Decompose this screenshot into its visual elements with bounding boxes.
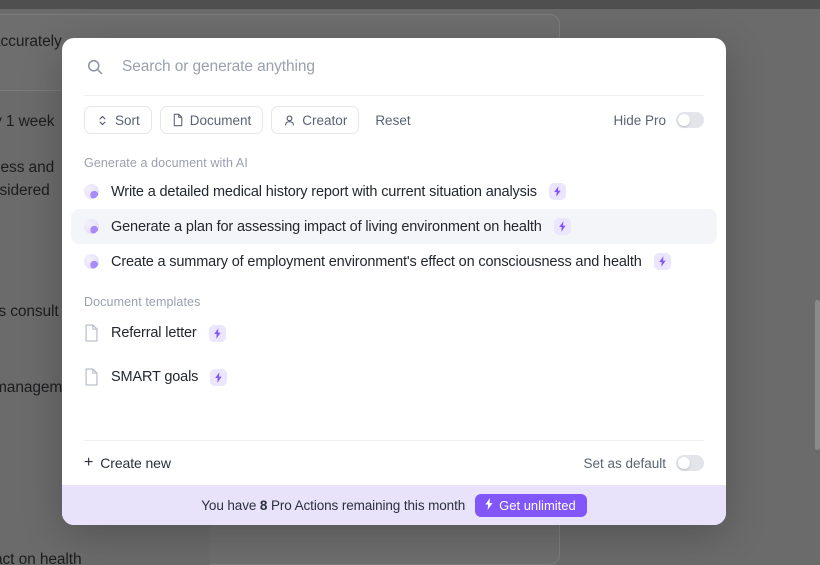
set-as-default-group[interactable]: Set as default [583, 455, 704, 471]
search-input[interactable] [122, 57, 704, 76]
modal-footer: + Create new Set as default [62, 441, 726, 485]
search-command-palette: Sort Document Creator Reset [62, 38, 726, 525]
pro-text-before: You have [201, 497, 260, 513]
filter-chip-sort[interactable]: Sort [84, 106, 152, 134]
person-icon [283, 114, 296, 127]
section-label-templates: Document templates [84, 295, 201, 309]
template-row[interactable]: SMART goals [71, 357, 717, 397]
create-new-label: Create new [100, 455, 171, 471]
search-bar[interactable] [62, 38, 726, 95]
search-icon [86, 58, 104, 76]
hide-pro-switch[interactable] [676, 112, 704, 128]
pro-actions-banner: You have 8 Pro Actions remaining this mo… [62, 485, 726, 525]
filters-toolbar: Sort Document Creator Reset Hide Pro [62, 96, 726, 144]
set-as-default-switch-knob [678, 457, 690, 469]
bolt-icon [484, 497, 494, 513]
background-text-fragment: act on health [0, 551, 82, 565]
document-icon [84, 324, 99, 342]
background-text-fragment: managem [0, 379, 63, 396]
filter-chip-creator[interactable]: Creator [271, 106, 360, 134]
ai-suggestion-label: Generate a plan for assessing impact of … [111, 218, 542, 235]
hide-pro-label: Hide Pro [613, 112, 666, 128]
set-as-default-label: Set as default [583, 455, 666, 471]
create-new-button[interactable]: + Create new [84, 454, 171, 472]
filter-chip-creator-label: Creator [302, 112, 348, 128]
background-text-fragment: is consult [0, 303, 59, 320]
document-icon [84, 368, 99, 386]
screen: accurately y 1 week ness and nsidered is… [0, 0, 820, 565]
results-list: Generate a document with AI Write a deta… [62, 144, 726, 440]
background-text-fragment: y 1 week [0, 113, 55, 130]
get-unlimited-button[interactable]: Get unlimited [475, 493, 587, 517]
ai-orb-icon [84, 184, 99, 199]
filter-chip-document[interactable]: Document [159, 106, 264, 134]
sort-updown-icon [96, 114, 109, 127]
pro-bolt-icon [210, 368, 228, 386]
ai-suggestion-label: Write a detailed medical history report … [111, 183, 537, 200]
ai-suggestion-label: Create a summary of employment environme… [111, 253, 642, 270]
filter-chip-document-label: Document [189, 112, 252, 128]
pro-text-after: Pro Actions remaining this month [267, 497, 466, 513]
pro-bolt-icon [553, 218, 571, 235]
background-text-fragment: accurately [0, 33, 62, 50]
template-row[interactable]: Referral letter [71, 313, 717, 353]
reset-filters-button[interactable]: Reset [367, 106, 418, 134]
pro-actions-text: You have 8 Pro Actions remaining this mo… [201, 498, 465, 513]
pro-bolt-icon [548, 183, 566, 200]
ai-suggestion-row[interactable]: Generate a plan for assessing impact of … [71, 209, 717, 244]
document-icon [172, 113, 184, 127]
set-as-default-switch[interactable] [676, 455, 704, 471]
ai-suggestion-row[interactable]: Write a detailed medical history report … [71, 174, 717, 209]
get-unlimited-label: Get unlimited [499, 497, 576, 513]
ai-orb-icon [84, 219, 99, 234]
filter-chip-sort-label: Sort [115, 112, 140, 128]
template-label: Referral letter [111, 325, 197, 341]
section-label-ai: Generate a document with AI [84, 156, 248, 170]
pro-bolt-icon [208, 324, 226, 342]
hide-pro-switch-knob [678, 114, 690, 126]
hide-pro-toggle-group[interactable]: Hide Pro [613, 112, 704, 128]
template-label: SMART goals [111, 369, 199, 385]
ai-orb-icon [84, 254, 99, 269]
ai-suggestion-row[interactable]: Create a summary of employment environme… [71, 244, 717, 279]
background-top-bar [0, 0, 820, 9]
background-text-fragment: ness and [0, 159, 55, 176]
pro-bolt-icon [653, 253, 671, 270]
background-text-fragment: nsidered [0, 182, 50, 199]
background-scrollbar[interactable] [815, 300, 820, 450]
plus-icon: + [84, 454, 94, 471]
